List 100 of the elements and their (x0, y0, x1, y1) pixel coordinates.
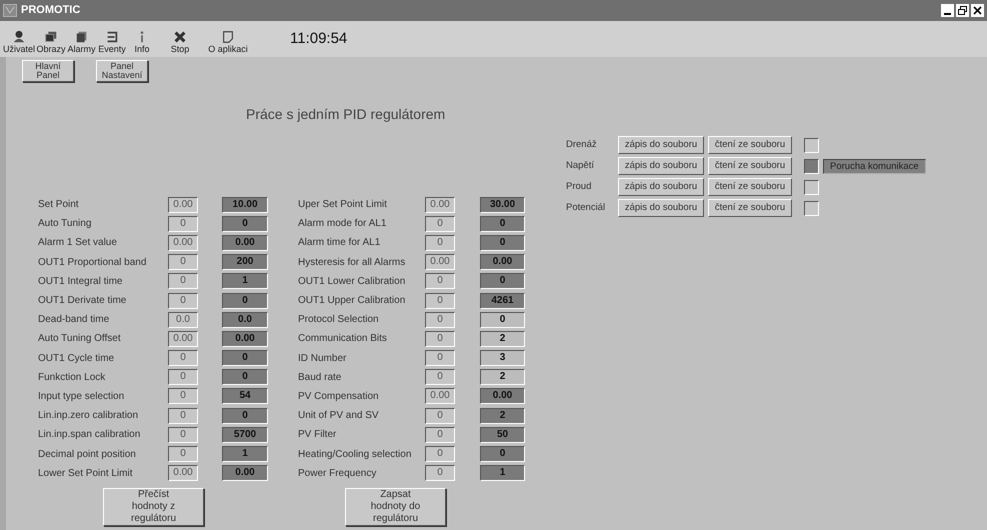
windows-icon (44, 30, 58, 44)
parameter-label: OUT1 Proportional band (38, 256, 148, 270)
parameter-label: Decimal point position (38, 448, 137, 462)
file-write-button[interactable]: zápis do souboru (618, 178, 704, 196)
parameter-label: Lin.inp.span calibration (38, 428, 142, 442)
cross-icon (173, 30, 187, 44)
set-value-field[interactable]: 2 (480, 369, 525, 386)
parameter-label: OUT1 Derivate time (38, 294, 128, 308)
set-value-field[interactable]: 0.00 (222, 330, 268, 347)
set-value-field[interactable]: 0 (222, 408, 268, 424)
read-value-field: 0 (425, 330, 455, 347)
set-value-field[interactable]: 5700 (222, 426, 268, 443)
channel-label: Potenciál (566, 200, 606, 215)
nav-button[interactable]: Panel Nastavení (96, 60, 148, 82)
parameter-label: Lower Set Point Limit (38, 466, 134, 481)
set-value-field[interactable]: 0 (222, 292, 268, 309)
restore-icon[interactable] (956, 4, 969, 17)
set-value-field[interactable]: 0 (480, 234, 525, 251)
read-value-field: 0 (425, 408, 455, 424)
page-heading: Práce s jedním PID regulátorem (246, 105, 446, 124)
parameter-label: Alarm 1 Set value (38, 236, 118, 250)
read-value-field: 0 (425, 350, 455, 366)
read-value-field: 0.00 (168, 234, 198, 251)
parameter-label: Uper Set Point Limit (298, 198, 388, 212)
person-icon (12, 30, 26, 44)
toolbar-button[interactable]: Uživatel (2, 30, 36, 57)
file-read-button[interactable]: čtení ze souboru (708, 178, 792, 196)
read-value-field: 0 (425, 273, 455, 290)
app-icon (3, 4, 17, 17)
toolbar-button[interactable]: Stop (157, 30, 203, 57)
read-value-field: 0 (168, 426, 198, 443)
set-value-field[interactable]: 10.00 (222, 196, 268, 213)
set-value-field[interactable]: 50 (480, 426, 525, 443)
toolbar-button[interactable]: Obrazy (36, 30, 66, 57)
file-read-button[interactable]: čtení ze souboru (708, 157, 792, 175)
set-value-field[interactable]: 4261 (480, 292, 525, 309)
set-value-field[interactable]: 0.0 (222, 312, 268, 328)
set-value-field[interactable]: 0 (480, 216, 525, 232)
file-write-button[interactable]: zápis do souboru (618, 157, 704, 175)
minimize-icon[interactable] (941, 4, 954, 17)
set-value-field[interactable]: 54 (222, 388, 268, 404)
set-value-field[interactable]: 0 (480, 446, 525, 462)
read-value-field: 0 (168, 292, 198, 309)
parameter-label: Dead-band time (38, 313, 110, 328)
set-value-field[interactable]: 1 (222, 273, 268, 290)
set-value-field[interactable]: 0 (480, 312, 525, 328)
toolbar-button[interactable]: Info (127, 30, 157, 57)
read-value-field: 0 (425, 216, 455, 232)
parameter-label: OUT1 Upper Calibration (298, 294, 406, 308)
parameter-label: ID Number (298, 352, 348, 366)
parameter-label: Power Frequency (298, 466, 378, 481)
set-value-field[interactable]: 0 (222, 216, 268, 232)
set-value-field[interactable]: 0.00 (480, 254, 525, 270)
set-value-field[interactable]: 2 (480, 330, 525, 347)
read-value-field: 0.00 (168, 330, 198, 347)
set-value-field[interactable]: 1 (222, 446, 268, 462)
read-value-field: 0 (168, 273, 198, 290)
parameter-label: OUT1 Integral time (38, 274, 124, 289)
action-button[interactable]: Zapsat hodnoty do regulátoru (345, 488, 446, 526)
read-value-field: 0 (425, 369, 455, 386)
parameter-label: Heating/Cooling selection (298, 448, 412, 462)
channel-label: Napětí (566, 158, 595, 173)
file-read-button[interactable]: čtení ze souboru (708, 199, 792, 217)
read-value-field: 0 (168, 408, 198, 424)
read-value-field: 0 (425, 312, 455, 328)
file-read-button[interactable]: čtení ze souboru (708, 136, 792, 154)
read-value-field: 0 (425, 292, 455, 309)
set-value-field[interactable]: 30.00 (480, 196, 525, 213)
set-value-field[interactable]: 0.00 (222, 234, 268, 251)
read-value-field: 0.0 (168, 312, 198, 328)
set-value-field[interactable]: 2 (480, 408, 525, 424)
parameter-label: Auto Tuning (38, 217, 92, 232)
close-icon[interactable] (971, 4, 984, 17)
read-value-field: 0 (425, 446, 455, 462)
parameter-label: Hysteresis for all Alarms (298, 256, 406, 270)
set-value-field[interactable]: 0.00 (480, 388, 525, 404)
toolbar-button[interactable]: Alarmy (66, 30, 97, 57)
set-value-field[interactable]: 0 (480, 273, 525, 290)
read-value-field: 0 (168, 388, 198, 404)
read-value-field: 0 (168, 254, 198, 270)
toolbar-button[interactable]: O aplikaci (203, 30, 253, 57)
set-value-field[interactable]: 0 (222, 350, 268, 366)
set-value-field[interactable]: 0 (222, 369, 268, 386)
set-value-field[interactable]: 3 (480, 350, 525, 366)
toolbar-button[interactable]: Eventy (97, 30, 127, 57)
read-value-field: 0 (168, 446, 198, 462)
set-value-field[interactable]: 1 (480, 465, 525, 482)
parameter-label: Unit of PV and SV (298, 409, 380, 424)
set-value-field[interactable]: 200 (222, 254, 268, 270)
file-write-button[interactable]: zápis do souboru (618, 136, 704, 154)
parameter-label: Communication Bits (298, 332, 388, 346)
clock: 11:09:54 (290, 28, 348, 48)
action-button[interactable]: Přečíst hodnoty z regulátoru (103, 488, 204, 526)
file-write-button[interactable]: zápis do souboru (618, 199, 704, 217)
parameter-label: PV Compensation (298, 390, 380, 404)
set-value-field[interactable]: 0.00 (222, 465, 268, 482)
nav-button[interactable]: Hlavní Panel (22, 60, 74, 82)
parameter-label: Alarm time for AL1 (298, 236, 382, 250)
parameter-label: Funkction Lock (38, 370, 106, 385)
read-value-field: 0.00 (168, 465, 198, 482)
